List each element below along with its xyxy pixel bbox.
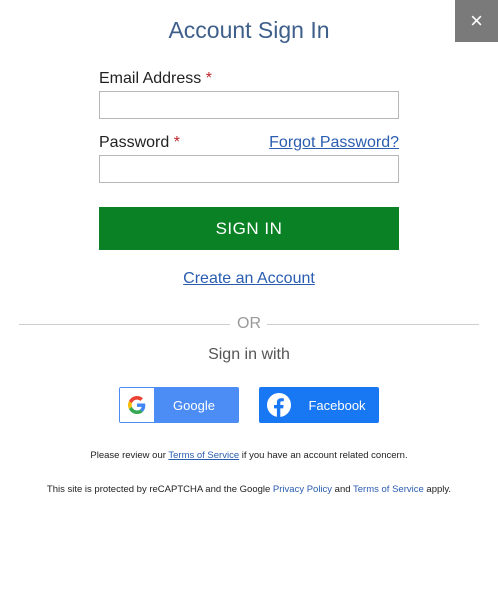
privacy-policy-link[interactable]: Privacy Policy [273, 484, 332, 495]
recaptcha-prefix: This site is protected by reCAPTCHA and … [46, 484, 273, 495]
password-label: Password * [99, 134, 180, 152]
forgot-password-link[interactable]: Forgot Password? [269, 134, 399, 152]
sign-in-with-heading: Sign in with [208, 346, 290, 363]
terms-of-service-link[interactable]: Terms of Service [168, 450, 239, 461]
email-field[interactable] [99, 91, 399, 119]
facebook-label: Facebook [308, 397, 366, 413]
password-label-text: Password [99, 134, 170, 151]
terms-notice-suffix: if you have an account related concern. [239, 450, 408, 461]
email-label: Email Address * [99, 70, 212, 88]
recaptcha-and: and [332, 484, 354, 495]
password-field[interactable] [99, 155, 399, 183]
password-required-marker: * [173, 134, 180, 151]
google-label: Google [173, 397, 215, 413]
terms-notice: Please review our Terms of Service if yo… [0, 450, 498, 461]
divider-left [19, 324, 230, 325]
or-separator: OR [237, 315, 261, 332]
divider-right [267, 324, 479, 325]
google-logo-icon [120, 388, 154, 422]
facebook-logo-icon [259, 387, 299, 423]
recaptcha-terms-link[interactable]: Terms of Service [353, 484, 424, 495]
google-sign-in-button[interactable]: Google [119, 387, 239, 423]
email-required-marker: * [205, 70, 212, 87]
terms-notice-prefix: Please review our [90, 450, 169, 461]
sign-in-button[interactable]: SIGN IN [99, 207, 399, 250]
create-account-row: Create an Account [0, 270, 498, 288]
create-account-link[interactable]: Create an Account [183, 270, 315, 287]
facebook-sign-in-button[interactable]: Facebook [259, 387, 379, 423]
recaptcha-notice: This site is protected by reCAPTCHA and … [0, 484, 498, 495]
email-label-text: Email Address [99, 70, 202, 87]
recaptcha-suffix: apply. [423, 484, 452, 495]
dialog-title: Account Sign In [168, 17, 330, 43]
